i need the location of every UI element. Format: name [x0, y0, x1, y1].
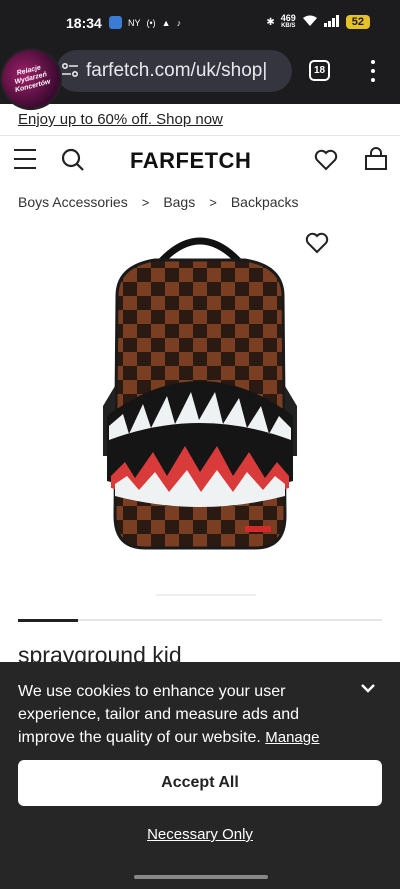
product-image[interactable] [95, 226, 305, 556]
cookie-banner: We use cookies to enhance your user expe… [0, 662, 400, 872]
accept-all-button[interactable]: Accept All [18, 760, 382, 806]
manage-cookies-link[interactable]: Manage [265, 729, 319, 746]
battery-indicator: 52 [345, 15, 370, 29]
url-text[interactable]: farfetch.com/uk/shop| [86, 60, 267, 82]
image-carousel-indicator [156, 594, 256, 596]
radio-icon: (•) [146, 17, 156, 28]
cookie-message-text: We use cookies to enhance your user expe… [18, 683, 300, 746]
breadcrumb-boys-accessories[interactable]: Boys Accessories [18, 194, 128, 210]
promo-strip: Enjoy up to 60% off. Shop now [0, 104, 400, 136]
site-settings-icon[interactable] [62, 63, 78, 77]
tab-active-indicator [18, 619, 78, 622]
necessary-only-container: Necessary Only [0, 826, 400, 843]
app-notification-icon [109, 16, 122, 29]
home-indicator[interactable] [134, 875, 268, 879]
site-header: FARFETCH [0, 136, 400, 184]
status-right: ✱ 469 KB/S 52 [266, 14, 370, 30]
gesture-nav-area [0, 872, 400, 889]
net-speed-unit: KB/S [281, 23, 296, 29]
cookie-message: We use cookies to enhance your user expe… [18, 680, 348, 749]
browser-menu-icon[interactable] [370, 60, 376, 82]
tab-switcher-button[interactable]: 18 [309, 60, 330, 81]
chevron-right-icon: > [141, 194, 150, 210]
necessary-only-link[interactable]: Necessary Only [147, 826, 253, 843]
tiktok-icon: ♪ [176, 17, 182, 28]
add-to-wishlist-icon[interactable] [305, 232, 329, 254]
net-speed-value: 469 [280, 13, 296, 23]
farfetch-logo[interactable]: FARFETCH [130, 148, 251, 174]
chevron-down-icon[interactable] [360, 682, 376, 694]
mountain-icon: ▲ [161, 17, 171, 28]
net-speed: 469 KB/S [281, 14, 296, 30]
search-icon[interactable] [61, 148, 85, 172]
chevron-right-icon: > [209, 194, 217, 210]
shopping-bag-icon[interactable] [364, 147, 388, 171]
status-bar: 18:34 NY (•) ▲ ♪ ✱ 469 KB/S 52 [0, 0, 400, 48]
notification-icons: NY (•) ▲ ♪ [109, 16, 181, 29]
breadcrumb-backpacks[interactable]: Backpacks [231, 194, 299, 210]
menu-icon[interactable] [14, 149, 36, 169]
breadcrumb: Boys Accessories > Bags > Backpacks [18, 194, 299, 210]
wifi-icon [302, 15, 318, 30]
bluetooth-icon: ✱ [266, 16, 275, 28]
status-time: 18:34 [66, 15, 102, 31]
wishlist-heart-icon[interactable] [314, 149, 338, 171]
promo-link[interactable]: Enjoy up to 60% off. Shop now [18, 111, 223, 128]
signal-icon [323, 14, 340, 30]
address-bar[interactable]: farfetch.com/uk/shop| [56, 50, 292, 92]
ny-text: NY [128, 17, 141, 28]
breadcrumb-bags[interactable]: Bags [163, 194, 195, 210]
